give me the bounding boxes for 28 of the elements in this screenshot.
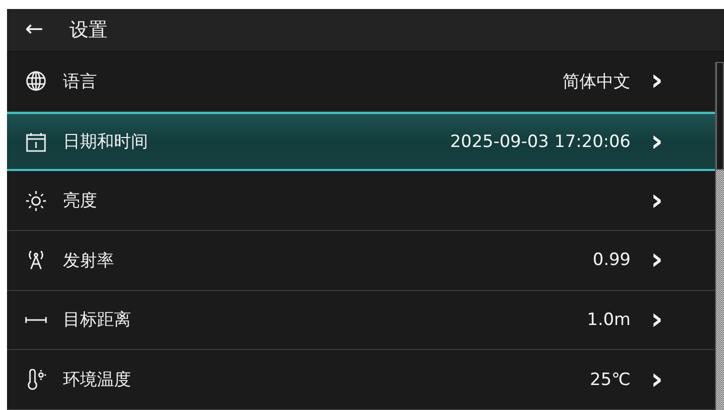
setting-label: 日期和时间 bbox=[63, 131, 149, 153]
setting-label: 环境温度 bbox=[63, 369, 132, 392]
sun-icon bbox=[25, 190, 47, 212]
globe-icon bbox=[25, 70, 47, 92]
page-title: 设置 bbox=[69, 18, 108, 43]
setting-label: 发射率 bbox=[63, 250, 115, 272]
chevron-icon: › bbox=[650, 126, 663, 156]
setting-value: 0.99 bbox=[592, 250, 631, 270]
chevron-icon: › bbox=[650, 245, 663, 276]
setting-value: 1.0m bbox=[587, 310, 631, 330]
back-button[interactable]: ← bbox=[25, 19, 44, 41]
setting-label: 目标距离 bbox=[63, 309, 132, 332]
chevron-icon: › bbox=[650, 364, 663, 395]
settings-item[interactable]: 目标距离 1.0m › bbox=[7, 290, 715, 350]
scrollbar[interactable] bbox=[715, 62, 724, 410]
calendar-icon bbox=[25, 130, 47, 152]
chevron-icon: › bbox=[650, 186, 663, 216]
thermometer-icon bbox=[25, 368, 47, 391]
setting-label: 语言 bbox=[63, 70, 98, 93]
chevron-icon: › bbox=[650, 304, 663, 335]
distance-icon bbox=[25, 316, 47, 324]
settings-item[interactable]: 日期和时间 2025-09-03 17:20:06 › bbox=[7, 112, 715, 172]
setting-value: 简体中文 bbox=[562, 70, 631, 93]
chevron-icon: › bbox=[650, 66, 663, 96]
setting-label: 亮度 bbox=[63, 190, 98, 212]
setting-value: 25℃ bbox=[590, 370, 631, 390]
setting-value: 2025-09-03 17:20:06 bbox=[450, 132, 631, 152]
scrollbar-thumb[interactable] bbox=[716, 62, 724, 170]
